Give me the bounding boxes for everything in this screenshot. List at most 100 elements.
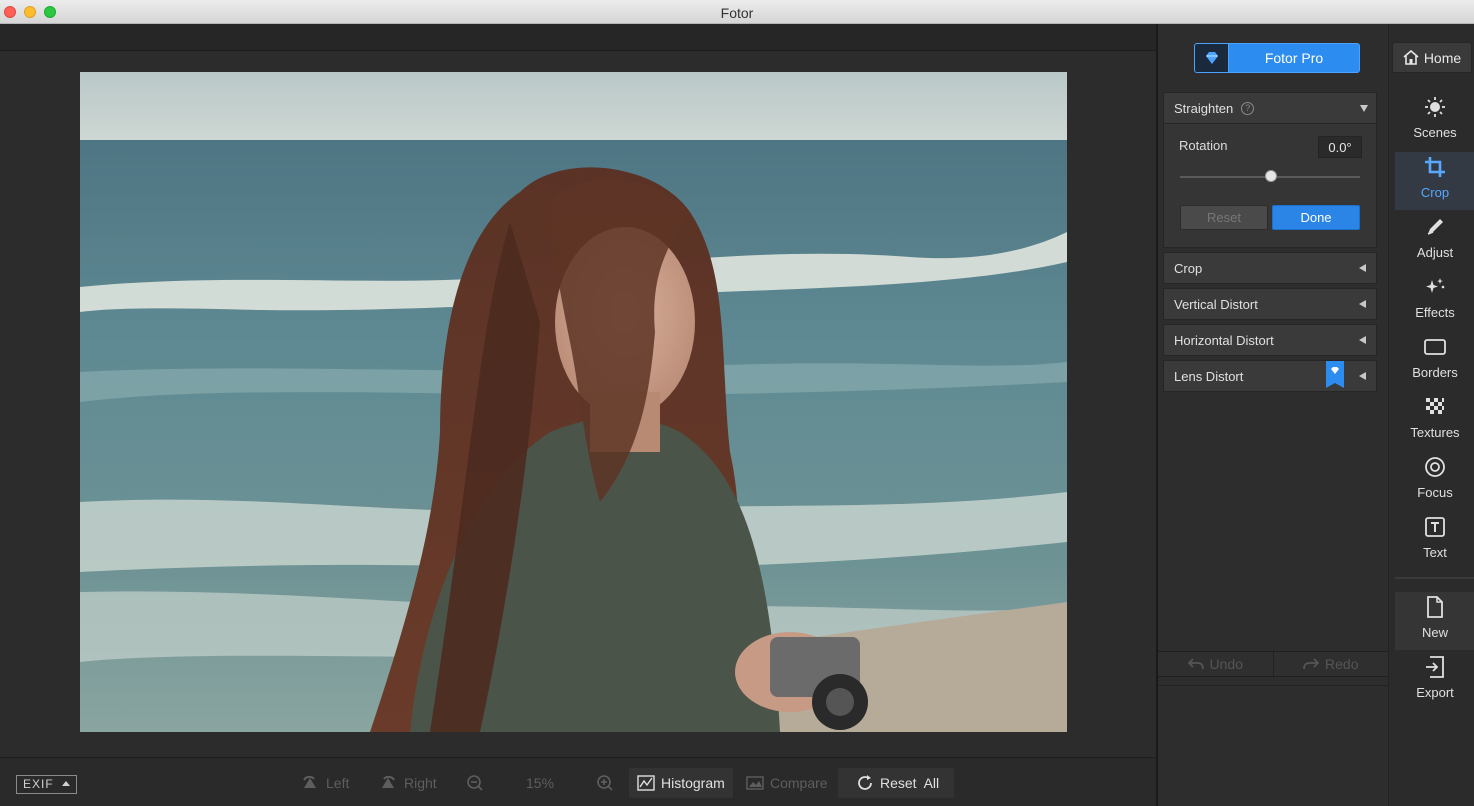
tool-textures[interactable]: Textures — [1395, 392, 1474, 450]
tool-scenes-label: Scenes — [1413, 125, 1457, 140]
refresh-icon — [858, 775, 872, 790]
sun-icon — [1425, 97, 1445, 117]
histogram-button[interactable]: Histogram — [629, 768, 733, 798]
text-icon — [1425, 517, 1445, 537]
window-title: Fotor — [720, 5, 754, 21]
collapse-arrow-icon — [1360, 105, 1368, 112]
straighten-title: Straighten — [1174, 100, 1234, 116]
redo-icon — [1303, 658, 1320, 670]
straighten-section: Straighten ? Rotation 0.0° Reset Done — [1163, 92, 1377, 248]
sparkle-icon — [1426, 278, 1445, 293]
redo-button[interactable]: Redo — [1272, 652, 1388, 676]
tool-effects-label: Effects — [1415, 305, 1455, 320]
rotate-left-icon — [303, 775, 316, 788]
expand-arrow-icon — [1359, 300, 1366, 308]
tool-scenes[interactable]: Scenes — [1395, 92, 1474, 150]
new-file-icon — [1427, 596, 1443, 618]
expand-arrow-icon — [1359, 336, 1366, 344]
expand-arrow-icon — [1359, 264, 1366, 272]
rotation-slider-thumb[interactable] — [1265, 170, 1277, 182]
vertical-distort-title: Vertical Distort — [1174, 296, 1258, 312]
rotate-left-button[interactable]: Left — [292, 768, 357, 798]
crop-section[interactable]: Crop — [1163, 252, 1377, 284]
zoom-out-icon — [467, 775, 483, 791]
tool-borders[interactable]: Borders — [1395, 332, 1474, 390]
home-icon — [1403, 50, 1419, 65]
lens-distort-title: Lens Distort — [1174, 368, 1244, 384]
rotation-label: Rotation — [1179, 138, 1228, 153]
pencil-icon — [1427, 219, 1443, 235]
title-bar: Fotor — [0, 0, 1474, 24]
rotate-right-icon — [382, 775, 395, 788]
tool-borders-label: Borders — [1412, 365, 1458, 380]
compare-button[interactable]: Compare — [738, 768, 836, 798]
compare-icon — [746, 776, 764, 790]
zoom-level: 15% — [526, 775, 555, 791]
expand-arrow-icon — [1359, 372, 1366, 380]
undo-label: Undo — [1209, 656, 1243, 672]
vertical-distort-section[interactable]: Vertical Distort — [1163, 288, 1377, 320]
tool-text-label: Text — [1423, 545, 1447, 560]
undo-redo-bar: Undo Redo — [1158, 651, 1388, 677]
home-label: Home — [1423, 49, 1462, 66]
tool-text[interactable]: Text — [1395, 512, 1474, 570]
rotate-right-label: Right — [404, 775, 437, 791]
rotate-right-button[interactable]: Right — [370, 768, 445, 798]
redo-label: Redo — [1325, 656, 1359, 672]
straighten-done-button[interactable]: Done — [1272, 205, 1360, 230]
undo-icon — [1187, 658, 1204, 670]
diamond-icon — [1195, 44, 1229, 72]
zoom-in-button[interactable] — [588, 768, 622, 798]
canvas-area[interactable] — [0, 51, 1157, 757]
compare-label: Compare — [770, 775, 828, 791]
tool-crop-label: Crop — [1420, 185, 1450, 200]
tool-export-label: Export — [1416, 685, 1454, 700]
tool-focus-label: Focus — [1417, 485, 1453, 500]
home-button[interactable]: Home — [1392, 42, 1472, 73]
tool-crop[interactable]: Crop — [1395, 152, 1474, 210]
frame-icon — [1424, 339, 1446, 355]
straighten-body: Rotation 0.0° Reset Done — [1164, 123, 1376, 247]
zoom-out-button[interactable] — [458, 768, 492, 798]
histogram-icon — [637, 775, 655, 791]
reset-all-label: Reset All — [880, 775, 940, 791]
target-icon — [1425, 457, 1445, 477]
straighten-header[interactable]: Straighten ? — [1164, 93, 1376, 123]
photo-preview[interactable] — [80, 72, 1067, 732]
tool-export[interactable]: Export — [1395, 652, 1474, 710]
sidebar-separator — [1395, 577, 1474, 579]
tool-new[interactable]: New — [1395, 592, 1474, 650]
photo-image — [80, 72, 1067, 732]
tool-adjust-label: Adjust — [1416, 245, 1454, 260]
canvas-top-strip — [0, 24, 1157, 51]
checker-icon — [1426, 398, 1444, 414]
crop-icon — [1425, 157, 1445, 177]
help-icon[interactable]: ? — [1241, 101, 1255, 115]
edit-panel: Fotor Pro Straighten ? Rotation 0.0° Res… — [1158, 24, 1388, 806]
horizontal-distort-section[interactable]: Horizontal Distort — [1163, 324, 1377, 356]
horizontal-distort-title: Horizontal Distort — [1174, 332, 1274, 348]
caret-up-icon — [62, 781, 71, 786]
tool-new-label: New — [1421, 625, 1448, 640]
export-icon — [1426, 656, 1444, 678]
fotor-pro-button[interactable]: Fotor Pro — [1194, 43, 1360, 73]
tool-sidebar: Home Scenes Crop Adjust Effects Borders … — [1388, 24, 1474, 806]
rotation-value-field[interactable]: 0.0° — [1318, 136, 1362, 158]
tool-textures-label: Textures — [1410, 425, 1460, 440]
reset-all-button[interactable]: Reset All — [838, 768, 954, 798]
straighten-reset-button[interactable]: Reset — [1180, 205, 1268, 230]
histogram-label: Histogram — [661, 775, 725, 791]
zoom-in-icon — [597, 775, 613, 791]
lens-distort-section[interactable]: Lens Distort — [1163, 360, 1377, 392]
tool-adjust[interactable]: Adjust — [1395, 212, 1474, 270]
exif-button[interactable]: EXIF — [16, 775, 78, 794]
crop-section-title: Crop — [1174, 260, 1203, 276]
tool-effects[interactable]: Effects — [1395, 272, 1474, 330]
fotor-pro-label: Fotor Pro — [1264, 50, 1324, 66]
undo-button[interactable]: Undo — [1158, 652, 1273, 676]
tool-focus[interactable]: Focus — [1395, 452, 1474, 510]
pro-badge-icon — [1326, 361, 1344, 388]
exif-label: EXIF — [23, 777, 54, 791]
rotate-left-label: Left — [326, 775, 350, 791]
bottom-toolbar: EXIF Left Right 15% Histogram Compare Re… — [0, 757, 1157, 806]
